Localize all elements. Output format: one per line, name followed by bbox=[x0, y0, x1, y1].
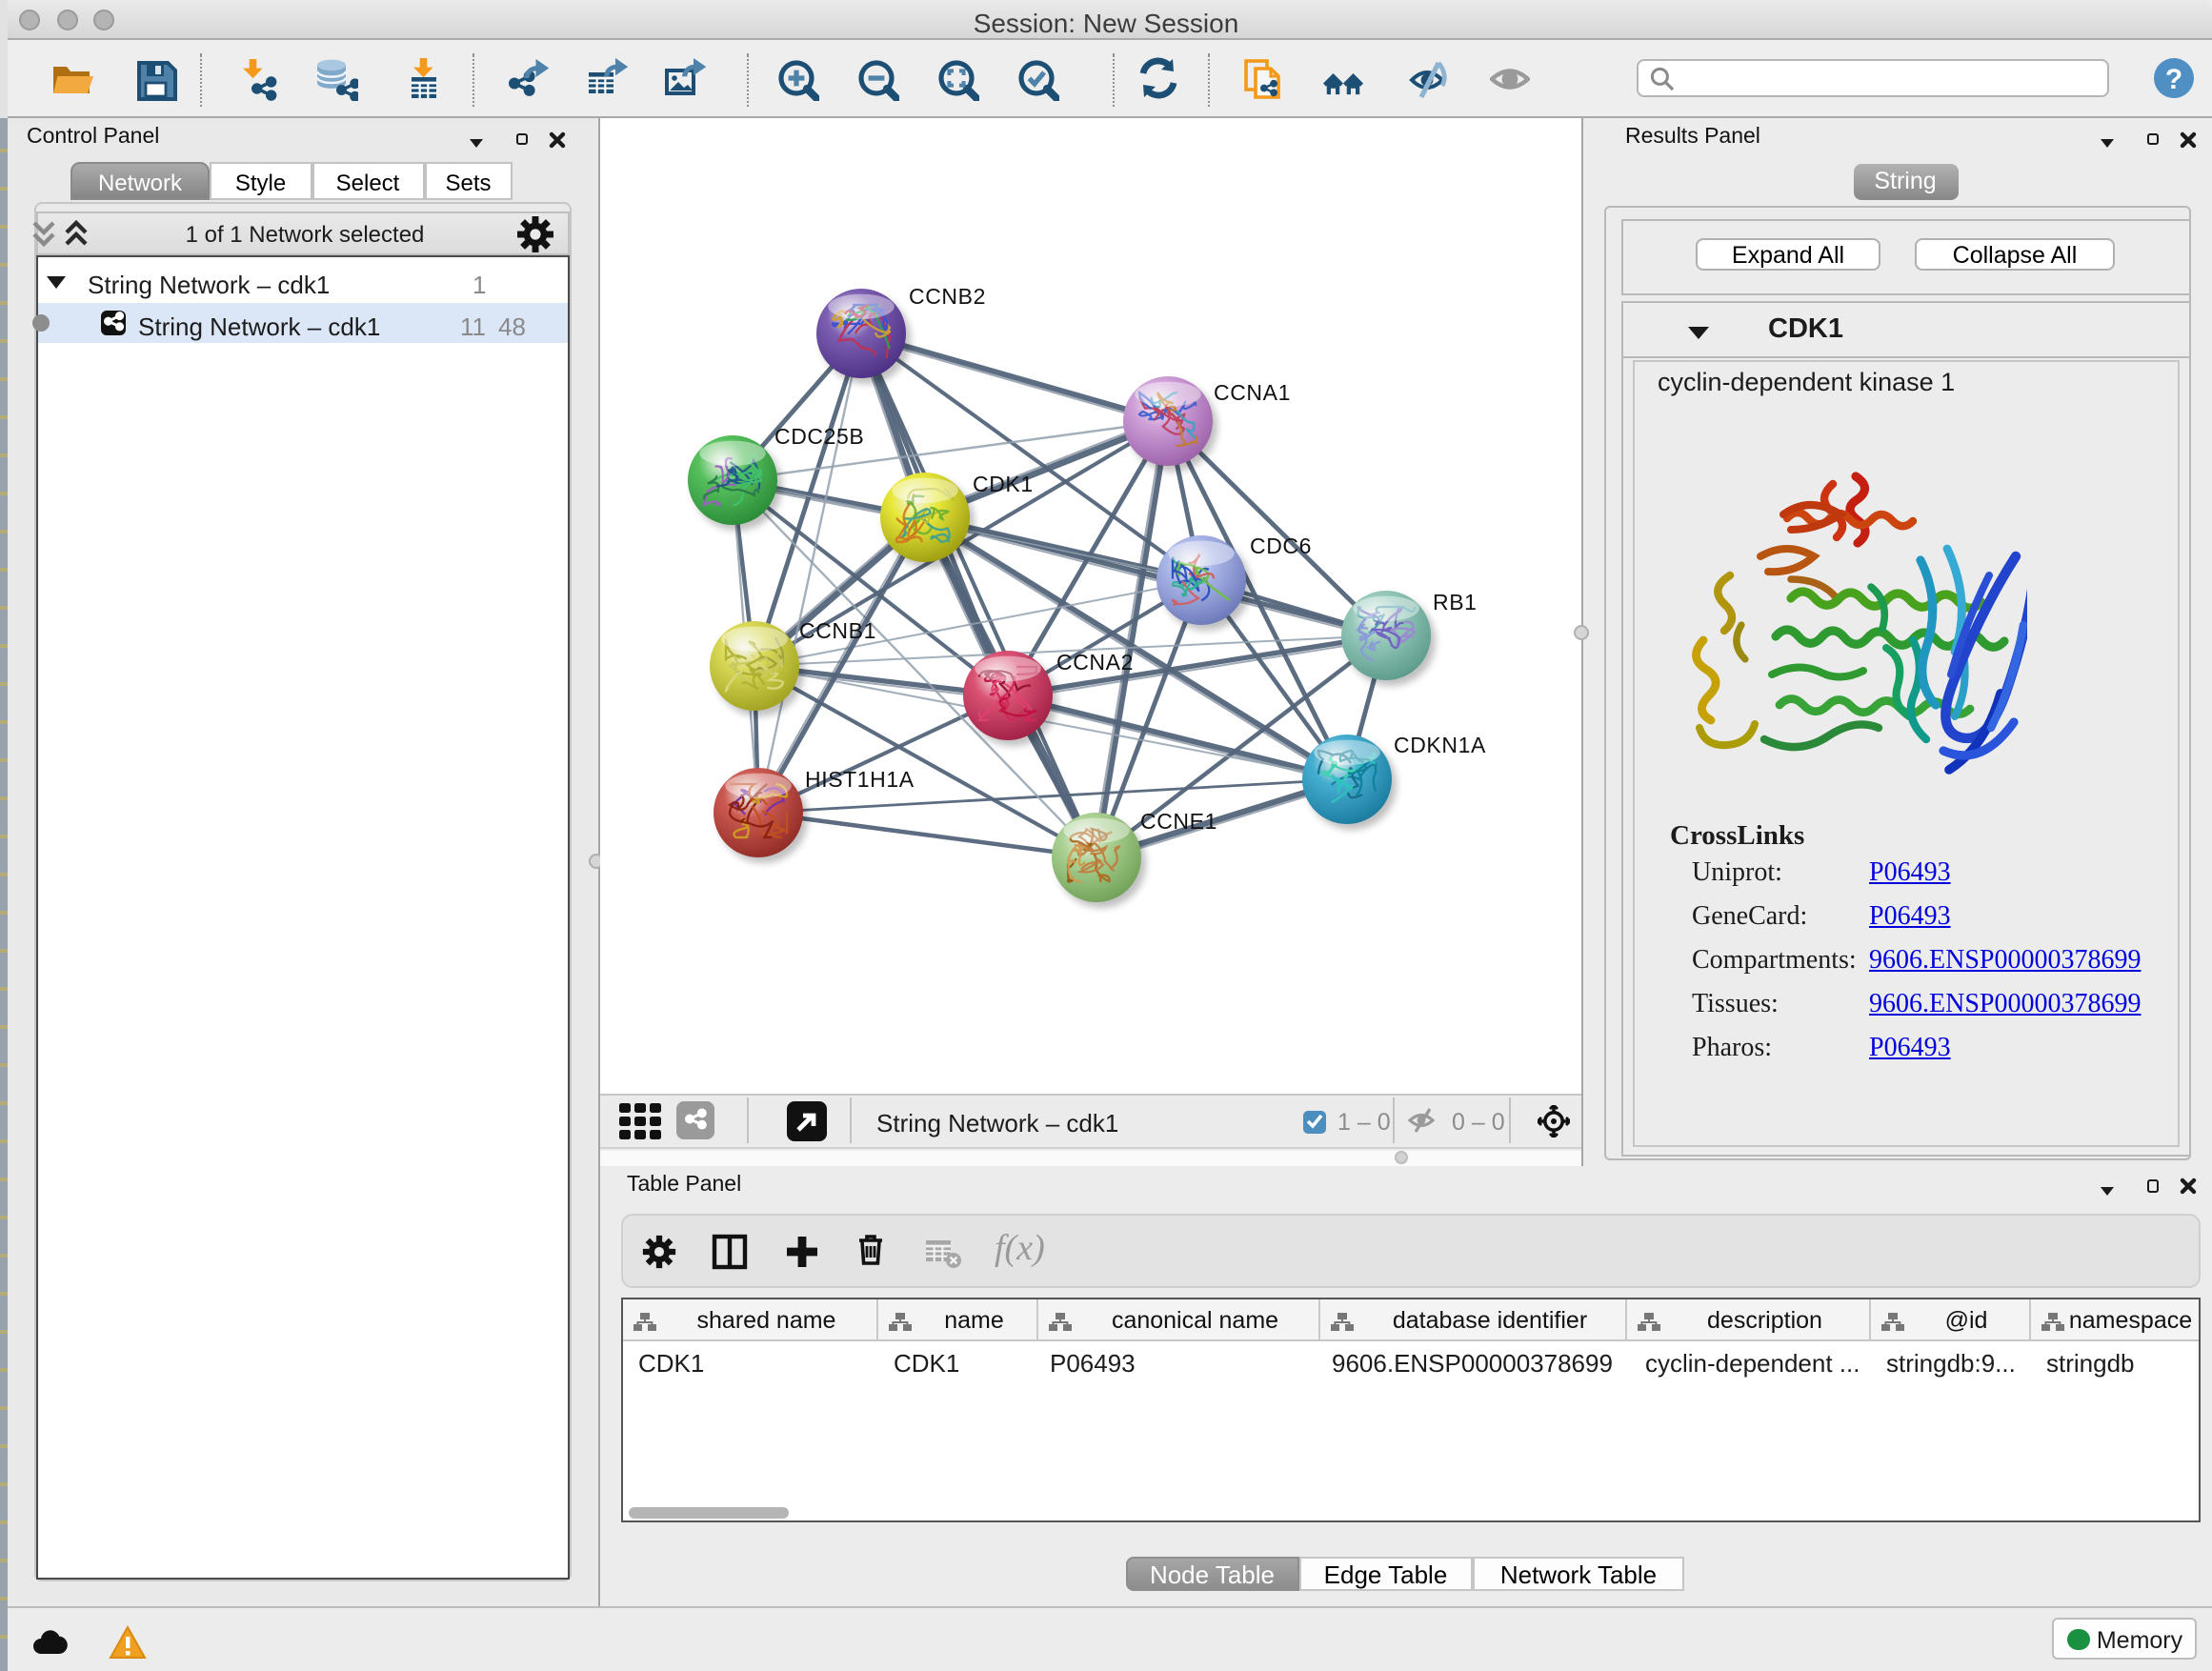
svg-text:CDC6: CDC6 bbox=[1249, 534, 1311, 558]
svg-text:CCNE1: CCNE1 bbox=[1139, 809, 1217, 834]
svg-text:CCNA2: CCNA2 bbox=[1056, 650, 1133, 674]
svg-text:CDK1: CDK1 bbox=[972, 472, 1033, 496]
svg-text:CDC25B: CDC25B bbox=[774, 424, 863, 449]
svg-text:CCNB1: CCNB1 bbox=[798, 618, 875, 643]
svg-text:CDKN1A: CDKN1A bbox=[1393, 733, 1485, 757]
svg-text:?: ? bbox=[2165, 64, 2182, 95]
svg-text:RB1: RB1 bbox=[1432, 590, 1477, 614]
svg-text:HIST1H1A: HIST1H1A bbox=[804, 767, 914, 792]
svg-text:CCNA1: CCNA1 bbox=[1213, 380, 1290, 405]
svg-text:CCNB2: CCNB2 bbox=[908, 284, 985, 309]
